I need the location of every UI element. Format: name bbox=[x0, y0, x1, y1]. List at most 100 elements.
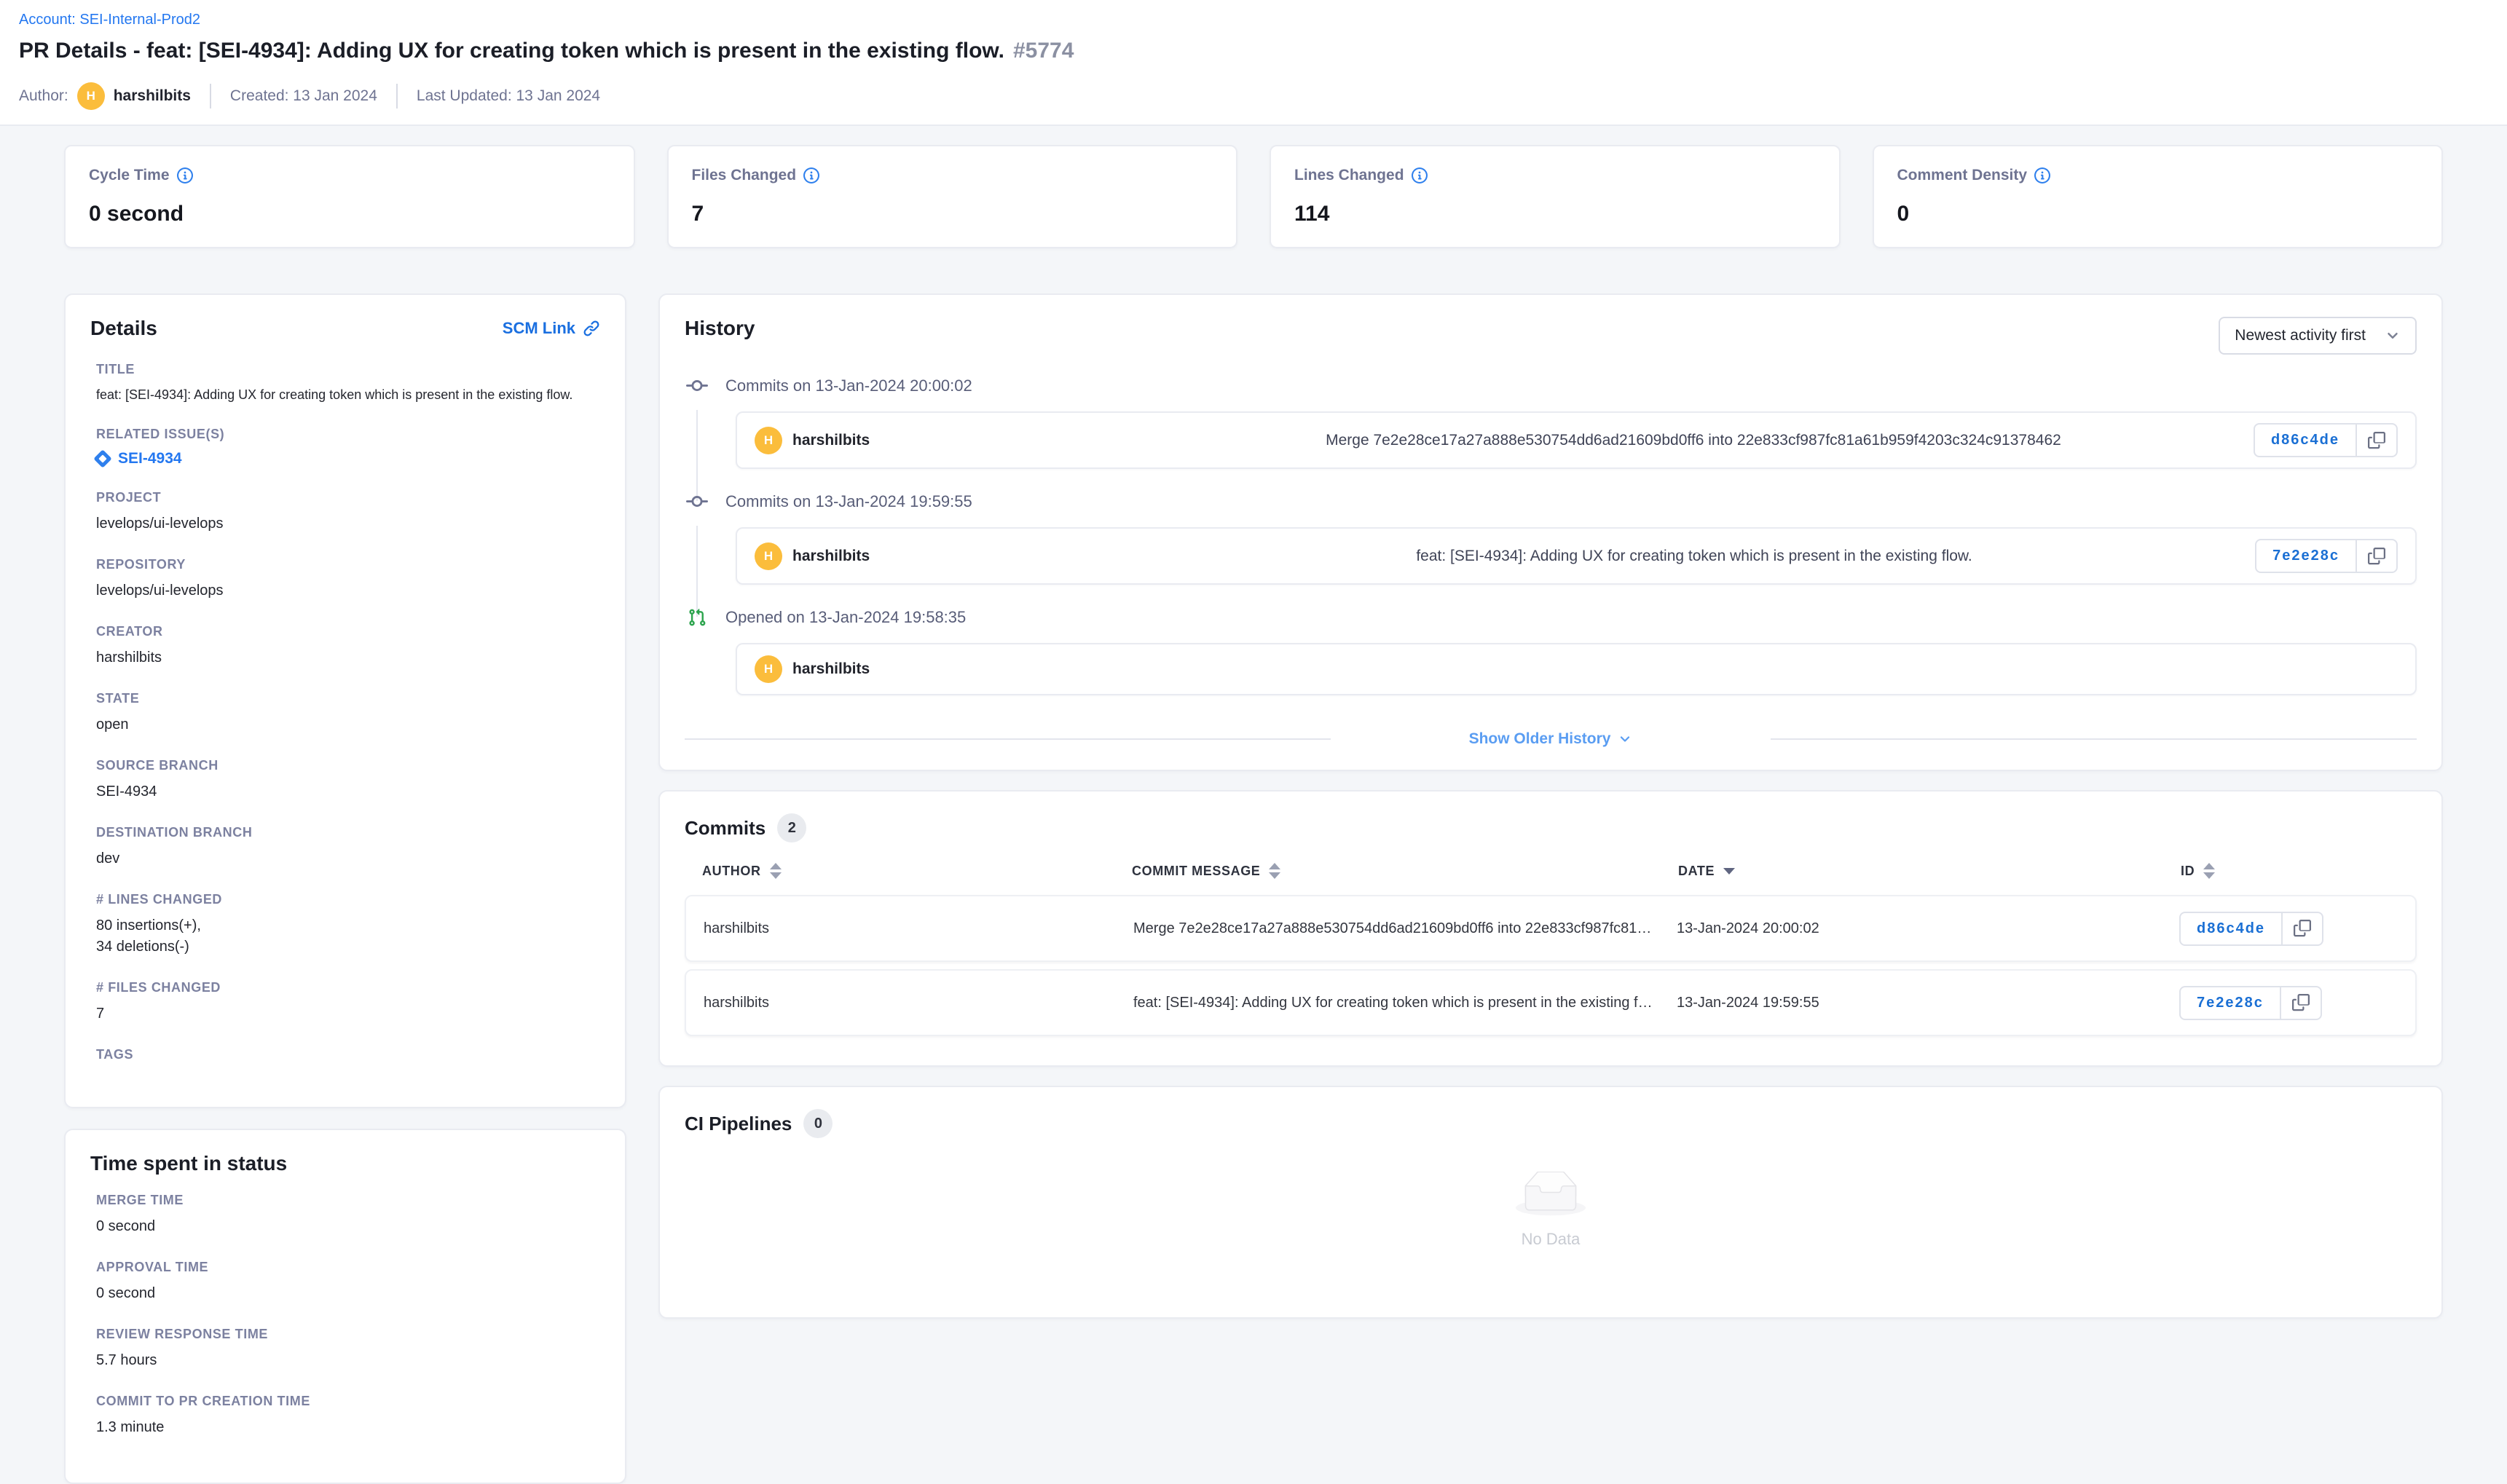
related-issue-link[interactable]: SEI-4934 bbox=[96, 450, 600, 467]
timeline-label: Commits on 13-Jan-2024 19:59:55 bbox=[725, 492, 972, 511]
timeline-item-commit: Commits on 13-Jan-2024 20:00:02 H harshi… bbox=[685, 376, 2417, 492]
copy-button[interactable] bbox=[2281, 912, 2323, 946]
cell-commit-message: feat: [SEI-4934]: Adding UX for creating… bbox=[1133, 995, 1677, 1011]
ci-pipelines-panel: CI Pipelines 0 No Data bbox=[658, 1086, 2443, 1319]
pull-request-icon bbox=[685, 608, 709, 627]
show-older-label: Show Older History bbox=[1469, 730, 1611, 748]
commits-count-badge: 2 bbox=[777, 813, 806, 842]
commits-title: Commits bbox=[685, 817, 766, 840]
empty-state: No Data bbox=[685, 1138, 2417, 1271]
commits-table: AUTHOR COMMIT MESSAGE DATE ID bbox=[685, 863, 2417, 1036]
issue-key: SEI-4934 bbox=[118, 450, 182, 467]
history-timeline: Commits on 13-Jan-2024 20:00:02 H harshi… bbox=[685, 376, 2417, 719]
detail-field-related-issues: RELATED ISSUE(S) SEI-4934 bbox=[90, 427, 600, 467]
column-header-commit-message[interactable]: COMMIT MESSAGE bbox=[1132, 863, 1678, 879]
table-row: harshilbits feat: [SEI-4934]: Adding UX … bbox=[685, 969, 2417, 1036]
details-title: Details bbox=[90, 317, 157, 340]
commit-hash-link[interactable]: d86c4de bbox=[2254, 423, 2357, 457]
no-data-text: No Data bbox=[1522, 1230, 1581, 1249]
time-field-review-response: REVIEW RESPONSE TIME 5.7 hours bbox=[90, 1327, 600, 1371]
commit-author: harshilbits bbox=[792, 432, 870, 449]
sort-icon bbox=[1269, 863, 1280, 879]
commit-hash-link[interactable]: 7e2e28c bbox=[2255, 539, 2357, 573]
avatar: H bbox=[755, 427, 782, 454]
scm-link[interactable]: SCM Link bbox=[503, 319, 600, 338]
metric-card-lines-changed: Lines Changed 114 bbox=[1270, 145, 1841, 248]
scm-link-label: SCM Link bbox=[503, 319, 575, 338]
detail-field-tags: TAGS bbox=[90, 1047, 600, 1062]
pr-author: harshilbits bbox=[792, 660, 870, 678]
sort-icon bbox=[770, 863, 782, 879]
history-sort-dropdown[interactable]: Newest activity first bbox=[2219, 317, 2417, 355]
detail-field-title: TITLE feat: [SEI-4934]: Adding UX for cr… bbox=[90, 362, 600, 404]
sort-desc-icon bbox=[1723, 868, 1735, 875]
author-label: Author: bbox=[19, 87, 68, 105]
column-header-date[interactable]: DATE bbox=[1678, 864, 2181, 879]
detail-field-creator: CREATOR harshilbits bbox=[90, 624, 600, 668]
commit-author: harshilbits bbox=[792, 548, 870, 565]
metric-card-cycle-time: Cycle Time 0 second bbox=[64, 145, 635, 248]
metrics-row: Cycle Time 0 second Files Changed 7 Line… bbox=[64, 145, 2443, 248]
info-icon[interactable] bbox=[1412, 167, 1428, 183]
author-row: Author: H harshilbits Created: 13 Jan 20… bbox=[19, 82, 2488, 110]
sort-icon bbox=[2203, 863, 2215, 879]
author-name: harshilbits bbox=[114, 87, 191, 105]
info-icon[interactable] bbox=[2034, 167, 2050, 183]
copy-button[interactable] bbox=[2356, 423, 2398, 457]
timeline-opened-card: H harshilbits bbox=[736, 643, 2417, 695]
cell-id: 7e2e28c bbox=[2179, 986, 2398, 1020]
cell-author: harshilbits bbox=[704, 995, 1133, 1011]
chevron-down-icon bbox=[2385, 328, 2401, 344]
copy-button[interactable] bbox=[2356, 539, 2398, 573]
detail-field-destination-branch: DESTINATION BRANCH dev bbox=[90, 825, 600, 869]
metric-value: 0 second bbox=[89, 202, 610, 226]
details-panel: Details SCM Link TITLE feat: [SEI-4934]:… bbox=[64, 293, 626, 1108]
divider bbox=[396, 84, 398, 108]
column-header-id[interactable]: ID bbox=[2181, 863, 2399, 879]
link-icon bbox=[583, 320, 600, 337]
created-date: Created: 13 Jan 2024 bbox=[230, 87, 377, 105]
info-icon[interactable] bbox=[177, 167, 193, 183]
history-panel: History Newest activity first bbox=[658, 293, 2443, 771]
cell-id: d86c4de bbox=[2179, 912, 2398, 946]
cell-date: 13-Jan-2024 20:00:02 bbox=[1677, 920, 2179, 937]
timeline-commit-card: H harshilbits feat: [SEI-4934]: Adding U… bbox=[736, 527, 2417, 585]
commit-icon bbox=[685, 376, 709, 395]
inbox-icon bbox=[1516, 1172, 1586, 1217]
cell-author: harshilbits bbox=[704, 920, 1133, 937]
timeline-label: Opened on 13-Jan-2024 19:58:35 bbox=[725, 608, 966, 627]
commit-message: Merge 7e2e28ce17a27a888e530754dd6ad21609… bbox=[1133, 432, 2254, 449]
time-field-commit-to-pr: COMMIT TO PR CREATION TIME 1.3 minute bbox=[90, 1394, 600, 1438]
detail-field-source-branch: SOURCE BRANCH SEI-4934 bbox=[90, 758, 600, 802]
page-title: PR Details - feat: [SEI-4934]: Adding UX… bbox=[19, 39, 2488, 63]
ci-pipelines-count-badge: 0 bbox=[803, 1109, 833, 1138]
cell-commit-message: Merge 7e2e28ce17a27a888e530754dd6ad21609… bbox=[1133, 920, 1677, 937]
metric-label: Lines Changed bbox=[1294, 167, 1404, 184]
time-field-merge: MERGE TIME 0 second bbox=[90, 1193, 600, 1237]
issue-type-icon bbox=[93, 449, 111, 467]
metric-label: Files Changed bbox=[692, 167, 797, 184]
main-content: Cycle Time 0 second Files Changed 7 Line… bbox=[0, 126, 2507, 1484]
page-header: Account: SEI-Internal-Prod2 PR Details -… bbox=[0, 0, 2507, 126]
column-header-author[interactable]: AUTHOR bbox=[702, 863, 1132, 879]
info-icon[interactable] bbox=[803, 167, 819, 183]
detail-field-project: PROJECT levelops/ui-levelops bbox=[90, 490, 600, 534]
copy-button[interactable] bbox=[2280, 986, 2322, 1020]
divider bbox=[685, 738, 1331, 740]
metric-label: Comment Density bbox=[1897, 167, 2028, 184]
commit-hash-link[interactable]: 7e2e28c bbox=[2179, 986, 2281, 1020]
show-older-history-button[interactable]: Show Older History bbox=[1469, 730, 1633, 748]
history-title: History bbox=[685, 317, 755, 340]
detail-field-repository: REPOSITORY levelops/ui-levelops bbox=[90, 557, 600, 601]
metric-value: 0 bbox=[1897, 202, 2419, 226]
pr-number: #5774 bbox=[1013, 39, 1074, 63]
detail-field-files-changed: # FILES CHANGED 7 bbox=[90, 980, 600, 1025]
divider bbox=[1771, 738, 2417, 740]
account-breadcrumb-link[interactable]: Account: SEI-Internal-Prod2 bbox=[19, 12, 200, 28]
metric-card-files-changed: Files Changed 7 bbox=[667, 145, 1238, 248]
page-title-text: PR Details - feat: [SEI-4934]: Adding UX… bbox=[19, 39, 1004, 63]
commit-message: feat: [SEI-4934]: Adding UX for creating… bbox=[1133, 548, 2255, 565]
commit-hash-link[interactable]: d86c4de bbox=[2179, 912, 2283, 946]
commit-icon bbox=[685, 492, 709, 511]
avatar: H bbox=[755, 542, 782, 570]
